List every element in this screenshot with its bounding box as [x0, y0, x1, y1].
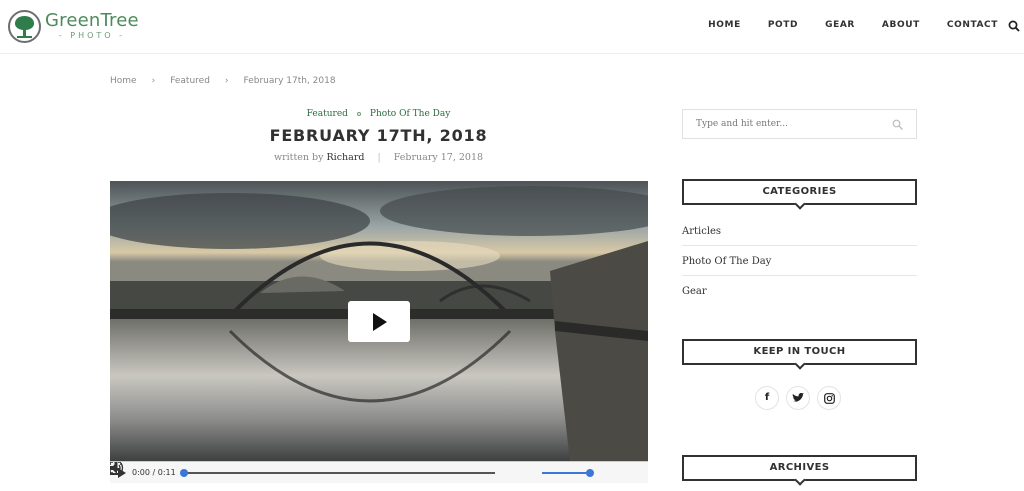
- category-item-gear[interactable]: Gear: [682, 276, 917, 306]
- page-title: FEBRUARY 17TH, 2018: [269, 126, 488, 145]
- category-link-photo-of-the-day[interactable]: Photo Of The Day: [370, 109, 450, 119]
- keep-in-touch-widget-title: KEEP IN TOUCH: [682, 339, 917, 365]
- search-icon[interactable]: [1008, 20, 1020, 32]
- site-logo[interactable]: GreenTree - PHOTO -: [8, 10, 139, 43]
- video-controls: 0:00 / 0:11: [110, 461, 648, 483]
- post-date: February 17, 2018: [393, 152, 484, 163]
- progress-handle[interactable]: [180, 469, 188, 477]
- post-categories: Featured Photo Of The Day: [110, 109, 647, 119]
- archives-widget-title: ARCHIVES: [682, 455, 917, 481]
- video-player[interactable]: 0:00 / 0:11: [110, 181, 648, 483]
- category-link-featured[interactable]: Featured: [307, 109, 348, 119]
- download-icon[interactable]: [110, 462, 122, 475]
- volume-track[interactable]: [542, 472, 590, 474]
- instagram-icon[interactable]: [817, 386, 841, 410]
- nav-gear[interactable]: GEAR: [825, 20, 855, 30]
- progress-track[interactable]: [183, 472, 495, 474]
- logo-subtitle: - PHOTO -: [58, 30, 126, 40]
- nav-about[interactable]: ABOUT: [882, 20, 920, 30]
- category-item-photo-of-the-day[interactable]: Photo Of The Day: [682, 246, 917, 276]
- facebook-icon[interactable]: f: [755, 386, 779, 410]
- meta-divider: |: [377, 152, 381, 163]
- volume-handle[interactable]: [586, 469, 594, 477]
- main-nav: HOME POTD GEAR ABOUT CONTACT: [681, 20, 998, 30]
- search-icon[interactable]: [892, 119, 903, 130]
- site-header: GreenTree - PHOTO - HOME POTD GEAR ABOUT…: [0, 0, 1024, 54]
- search-input[interactable]: [683, 110, 883, 138]
- breadcrumb-featured[interactable]: Featured: [170, 76, 210, 86]
- categories-list: Articles Photo Of The Day Gear: [682, 216, 917, 306]
- tree-logo-icon: [8, 10, 41, 43]
- author-link[interactable]: Richard: [327, 152, 365, 163]
- separator-dot-icon: [356, 111, 361, 116]
- nav-potd[interactable]: POTD: [768, 20, 798, 30]
- big-play-button[interactable]: [348, 301, 410, 342]
- category-item-articles[interactable]: Articles: [682, 216, 917, 246]
- breadcrumb: Home › Featured › February 17th, 2018: [110, 76, 336, 86]
- social-links: f: [755, 386, 848, 410]
- breadcrumb-home[interactable]: Home: [110, 76, 137, 86]
- chevron-right-icon: ›: [151, 76, 156, 86]
- nav-home[interactable]: HOME: [708, 20, 741, 30]
- video-time: 0:00 / 0:11: [132, 468, 176, 477]
- twitter-icon[interactable]: [786, 386, 810, 410]
- sidebar-search: [682, 109, 917, 139]
- post-meta: written by Richard | February 17, 2018: [110, 152, 647, 163]
- written-by-label: written by: [273, 152, 324, 163]
- categories-widget-title: CATEGORIES: [682, 179, 917, 205]
- nav-contact[interactable]: CONTACT: [947, 20, 998, 30]
- chevron-right-icon: ›: [224, 76, 229, 86]
- breadcrumb-current: February 17th, 2018: [243, 76, 336, 86]
- logo-title: GreenTree: [45, 9, 139, 31]
